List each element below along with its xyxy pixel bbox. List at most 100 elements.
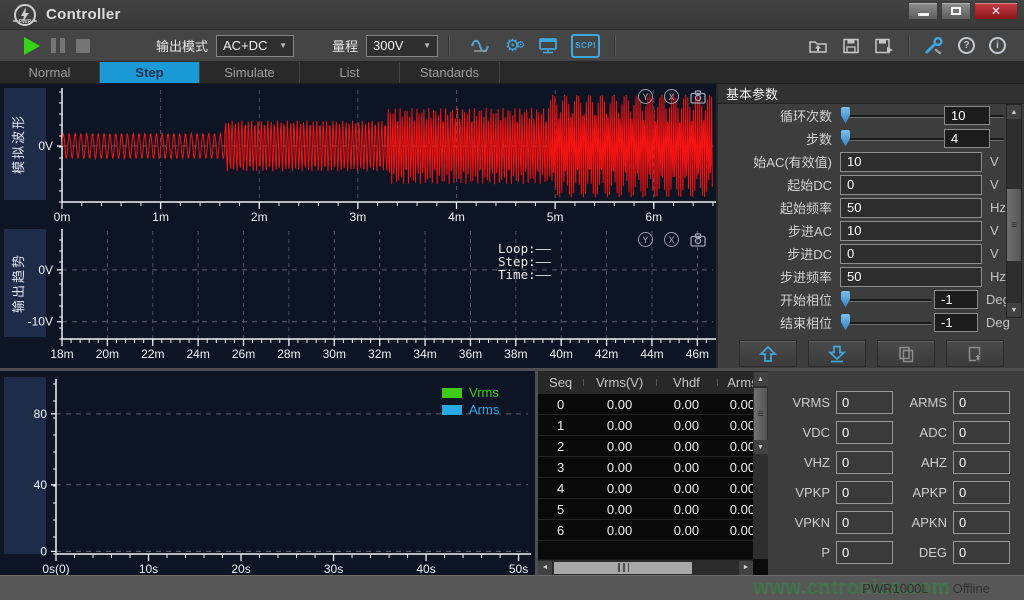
table-row[interactable]: 50.000.000.00 bbox=[538, 499, 768, 520]
camera-snapshot-icon[interactable] bbox=[690, 90, 706, 104]
param-phase-slider[interactable] bbox=[840, 313, 932, 333]
meter-value-field[interactable]: 0 bbox=[953, 541, 1010, 564]
slider-thumb[interactable] bbox=[841, 107, 850, 124]
param-slider[interactable]: 4 bbox=[840, 129, 1004, 149]
scroll-right-icon[interactable]: ► bbox=[739, 561, 753, 575]
reset-x-zoom-icon[interactable]: X bbox=[664, 232, 679, 247]
minimize-button[interactable] bbox=[908, 2, 938, 20]
scroll-down-icon[interactable]: ▼ bbox=[1007, 303, 1021, 317]
tab-list[interactable]: List bbox=[300, 62, 400, 83]
open-file-icon bbox=[808, 38, 828, 54]
reset-y-zoom-icon[interactable]: Y bbox=[638, 89, 653, 104]
svg-text:28m: 28m bbox=[277, 347, 300, 361]
reset-x-zoom-icon[interactable]: X bbox=[664, 89, 679, 104]
table-row[interactable]: 30.000.000.00 bbox=[538, 457, 768, 478]
meter-value-field[interactable]: 0 bbox=[836, 421, 893, 444]
column-header[interactable]: Vhdf bbox=[656, 375, 717, 390]
scrollbar-thumb[interactable]: ≡ bbox=[754, 388, 767, 440]
table-row[interactable]: 10.000.000.00 bbox=[538, 415, 768, 436]
tab-standards[interactable]: Standards bbox=[400, 62, 500, 83]
param-phase-slider[interactable] bbox=[840, 290, 932, 310]
table-cell: 0.00 bbox=[583, 397, 656, 412]
device-model: PWR1000L bbox=[862, 581, 928, 596]
param-input-6[interactable] bbox=[840, 244, 982, 264]
maximize-button[interactable] bbox=[941, 2, 971, 20]
table-row[interactable]: 20.000.000.00 bbox=[538, 436, 768, 457]
tab-simulate[interactable]: Simulate bbox=[200, 62, 300, 83]
meter-row: VPKP0APKP0 bbox=[770, 477, 1024, 507]
run-button[interactable] bbox=[24, 34, 40, 58]
copy-sequence-button[interactable] bbox=[877, 340, 935, 367]
close-button[interactable]: ✕ bbox=[974, 2, 1018, 20]
move-down-button[interactable] bbox=[808, 340, 866, 367]
param-input-7[interactable] bbox=[840, 267, 982, 287]
trend-chart-canvas[interactable]: 输出趋势18m20m22m24m26m28m30m32m34m36m38m40m… bbox=[0, 225, 718, 368]
move-up-button[interactable] bbox=[739, 340, 797, 367]
table-cell: 0.00 bbox=[656, 397, 717, 412]
tab-normal[interactable]: Normal bbox=[0, 62, 100, 83]
info-button[interactable]: i bbox=[989, 37, 1006, 54]
meter-value-field[interactable]: 0 bbox=[953, 481, 1010, 504]
param-input-3[interactable] bbox=[840, 175, 982, 195]
panel-buttons bbox=[718, 340, 1024, 367]
waveform-button[interactable] bbox=[470, 34, 492, 58]
table-row[interactable]: 60.000.000.00 bbox=[538, 520, 768, 541]
scroll-up-icon[interactable]: ▲ bbox=[1007, 105, 1021, 119]
open-file-button[interactable] bbox=[808, 34, 828, 58]
table-row[interactable]: 00.000.000.00 bbox=[538, 394, 768, 415]
camera-snapshot-icon[interactable] bbox=[690, 233, 706, 247]
scpi-button[interactable]: SCPI bbox=[571, 34, 600, 58]
svg-text:-10V: -10V bbox=[28, 315, 53, 329]
help-button[interactable]: ? bbox=[958, 37, 975, 54]
output-mode-select[interactable]: AC+DC ▼ bbox=[216, 35, 294, 57]
table-hscrollbar[interactable]: ◄ ► bbox=[538, 559, 753, 575]
slider-thumb[interactable] bbox=[841, 291, 850, 308]
slider-thumb[interactable] bbox=[841, 130, 850, 147]
pause-button[interactable] bbox=[51, 34, 65, 58]
meter-label: VPKP bbox=[770, 485, 830, 500]
settings-button[interactable]: ⚙⚙ bbox=[505, 34, 525, 58]
slider-thumb[interactable] bbox=[841, 314, 850, 331]
meter-value-field[interactable]: 0 bbox=[836, 541, 893, 564]
param-input-4[interactable] bbox=[840, 198, 982, 218]
display-button[interactable] bbox=[538, 34, 558, 58]
param-input-2[interactable] bbox=[840, 152, 982, 172]
meter-value-field[interactable]: 0 bbox=[953, 421, 1010, 444]
meter-value-field[interactable]: 0 bbox=[836, 391, 893, 414]
scrollbar-thumb[interactable]: ≡ bbox=[1007, 189, 1021, 261]
column-header[interactable]: Vrms(V) bbox=[583, 375, 656, 390]
param-slider[interactable]: 10 bbox=[840, 106, 1004, 126]
stop-button[interactable] bbox=[76, 34, 90, 58]
export-sequence-button[interactable] bbox=[946, 340, 1004, 367]
param-value-box[interactable]: -1 bbox=[934, 313, 978, 332]
table-vscrollbar[interactable]: ▲ ≡ ▼ bbox=[753, 372, 768, 559]
param-value-box[interactable]: -1 bbox=[934, 290, 978, 309]
params-scrollbar[interactable]: ▲ ≡ ▼ bbox=[1006, 104, 1022, 318]
tools-button[interactable] bbox=[924, 34, 944, 58]
column-header[interactable]: Seq bbox=[538, 375, 583, 390]
meter-value-field[interactable]: 0 bbox=[953, 511, 1010, 534]
range-select[interactable]: 300V ▼ bbox=[366, 35, 438, 57]
svg-text:30s: 30s bbox=[324, 562, 343, 576]
table-row[interactable]: 40.000.000.00 bbox=[538, 478, 768, 499]
meter-value-field[interactable]: 0 bbox=[836, 451, 893, 474]
scroll-down-icon[interactable]: ▼ bbox=[754, 440, 768, 454]
param-rows: 循环次数10步数4始AC(有效值)V起始DCV起始频率Hz步进ACV步进DCV步… bbox=[718, 104, 1024, 334]
meter-value-field[interactable]: 0 bbox=[836, 481, 893, 504]
meter-value-field[interactable]: 0 bbox=[953, 451, 1010, 474]
scroll-up-icon[interactable]: ▲ bbox=[754, 372, 768, 386]
param-input-5[interactable] bbox=[840, 221, 982, 241]
meter-value-field[interactable]: 0 bbox=[953, 391, 1010, 414]
svg-text:40m: 40m bbox=[550, 347, 573, 361]
param-value-box[interactable]: 4 bbox=[944, 129, 990, 148]
scrollbar-thumb[interactable] bbox=[554, 562, 692, 574]
save-button[interactable] bbox=[842, 34, 860, 58]
svg-text:18m: 18m bbox=[50, 347, 73, 361]
save-as-button[interactable] bbox=[874, 34, 894, 58]
reset-y-zoom-icon[interactable]: Y bbox=[638, 232, 653, 247]
tab-step[interactable]: Step bbox=[100, 62, 200, 83]
waveform-chart-canvas[interactable]: 模拟波形0m1m2m3m4m5m6m0V bbox=[0, 84, 718, 225]
scroll-left-icon[interactable]: ◄ bbox=[538, 561, 552, 575]
meter-value-field[interactable]: 0 bbox=[836, 511, 893, 534]
param-value-box[interactable]: 10 bbox=[944, 106, 990, 125]
